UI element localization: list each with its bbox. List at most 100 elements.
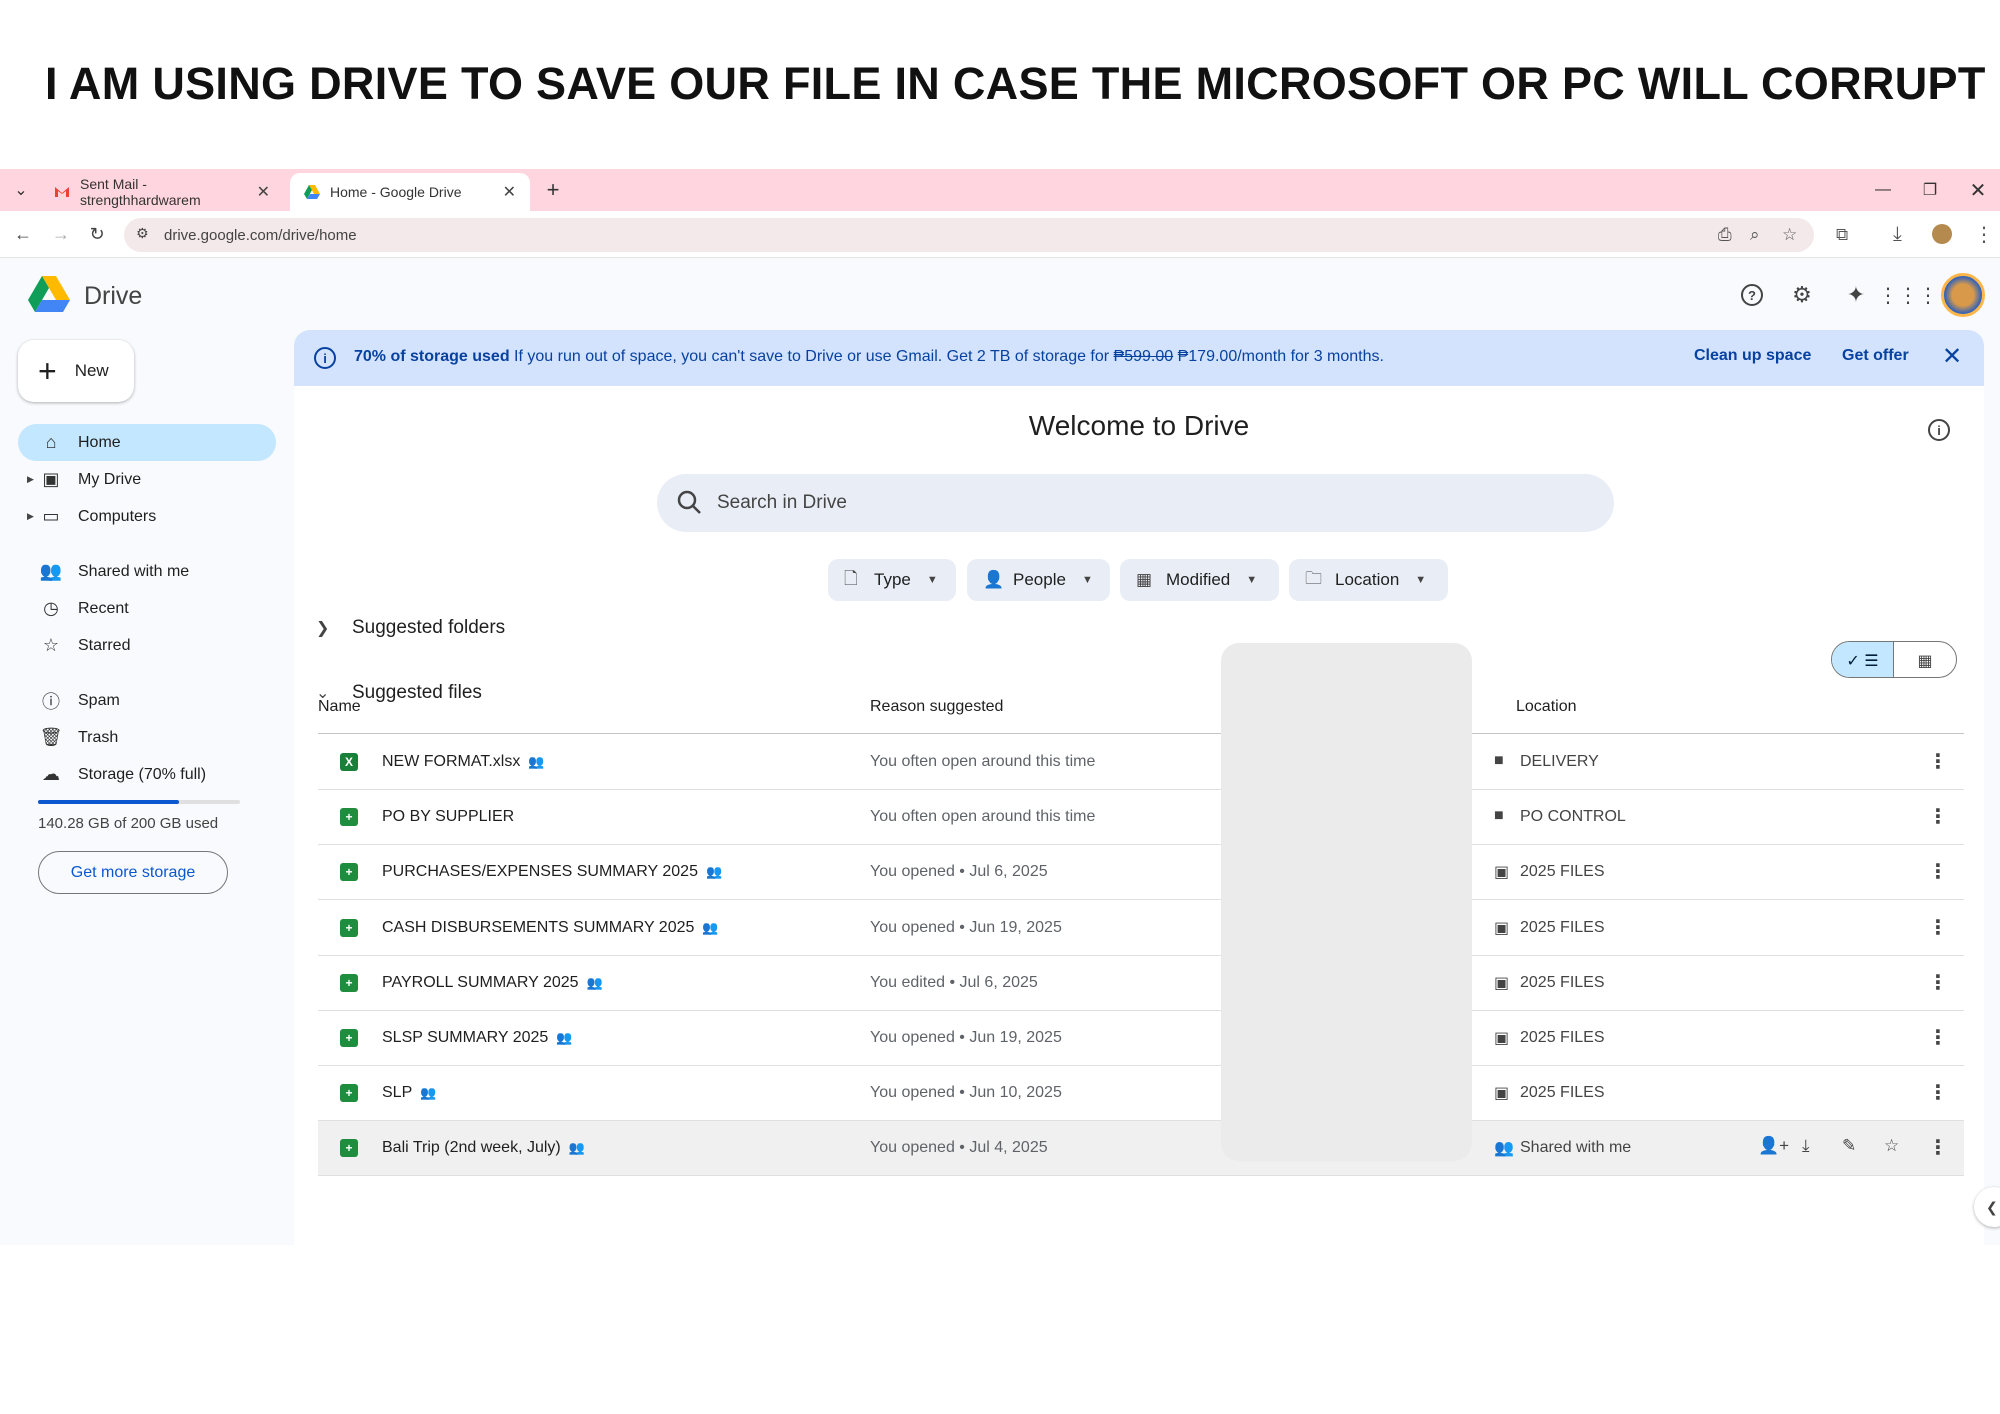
table-row[interactable]: + SLP 👥 You opened • Jun 10, 2025 ▣ 2025 FILE… xyxy=(318,1066,1964,1122)
new-tab-icon[interactable]: + xyxy=(538,169,568,211)
table-row[interactable]: X NEW FORMAT.xlsx 👥 You often open around t… xyxy=(318,735,1964,790)
bookmark-star-icon[interactable]: ☆ xyxy=(1782,225,1797,245)
location-text[interactable]: PO CONTROL xyxy=(1520,808,1626,826)
table-row[interactable]: + SLSP SUMMARY 2025 👥 You opened • Jun 19, … xyxy=(318,1011,1964,1066)
drive-logo[interactable]: Drive xyxy=(28,275,142,318)
more-actions-icon[interactable]: ⋮ xyxy=(1928,749,1948,774)
more-actions-icon[interactable]: ⋮ xyxy=(1928,1080,1948,1105)
filter-chip-type[interactable]: 🗋 Type ▼ xyxy=(828,559,956,601)
minimize-icon[interactable]: — xyxy=(1868,169,1898,211)
menu-dots-icon[interactable]: ⋮ xyxy=(1974,222,1994,247)
url-field[interactable]: ⚙ drive.google.com/drive/home ⎙ ⌕ ☆ xyxy=(124,218,1814,252)
file-name-text: NEW FORMAT.xlsx xyxy=(382,753,521,770)
more-actions-icon[interactable]: ⋮ xyxy=(1928,970,1948,995)
install-app-icon[interactable]: ⎙ xyxy=(1718,225,1732,245)
location-icon: ▣ xyxy=(1494,864,1510,882)
location-text[interactable]: 2025 FILES xyxy=(1520,919,1605,937)
chip-label: Type xyxy=(874,570,911,589)
close-tab-icon[interactable]: ✕ xyxy=(247,182,270,202)
share-icon[interactable]: 👤+ xyxy=(1758,1136,1789,1156)
chip-label: People xyxy=(1013,570,1066,589)
sidebar-item-trash[interactable]: 🗑 Trash xyxy=(18,719,276,756)
table-row[interactable]: + PAYROLL SUMMARY 2025 👥 You edited • Jul 6… xyxy=(318,956,1964,1011)
location-text[interactable]: 2025 FILES xyxy=(1520,1029,1605,1047)
restore-icon[interactable]: ❐ xyxy=(1915,169,1945,211)
sidebar-item-starred[interactable]: ☆ Starred xyxy=(18,627,276,664)
download-icon[interactable]: ⤓ xyxy=(1802,1136,1810,1156)
table-row[interactable]: + PO BY SUPPLIER You often open around thi… xyxy=(318,790,1964,846)
tab-gmail[interactable]: Sent Mail - strengthhardwarem ✕ xyxy=(40,173,284,211)
tab-drive[interactable]: Home - Google Drive ✕ xyxy=(290,173,530,211)
star-icon[interactable]: ☆ xyxy=(1884,1136,1899,1156)
download-icon[interactable]: ⤓ xyxy=(1893,223,1902,246)
close-window-icon[interactable]: ✕ xyxy=(1963,169,1993,211)
grid-view-button[interactable]: ▦ xyxy=(1894,642,1956,677)
sidebar-item-my-drive[interactable]: ▶ ▣ My Drive xyxy=(18,461,276,498)
filter-chip-modified[interactable]: ▦ Modified ▼ xyxy=(1120,559,1279,601)
more-actions-icon[interactable]: ⋮ xyxy=(1928,804,1948,829)
file-name[interactable]: NEW FORMAT.xlsx 👥 xyxy=(382,753,545,771)
file-name[interactable]: PO BY SUPPLIER xyxy=(382,808,514,826)
list-view-button[interactable]: ✓ ☰ xyxy=(1832,642,1895,677)
more-actions-icon[interactable]: ⋮ xyxy=(1928,859,1948,884)
clean-up-space-button[interactable]: Clean up space xyxy=(1694,347,1811,365)
extensions-icon[interactable]: ⧉ xyxy=(1836,225,1848,245)
file-name[interactable]: SLSP SUMMARY 2025 👥 xyxy=(382,1029,573,1047)
expand-caret-icon[interactable]: ▶ xyxy=(27,474,34,485)
filter-chip-people[interactable]: 👤 People ▼ xyxy=(967,559,1110,601)
settings-gear-icon[interactable]: ⚙ xyxy=(1787,280,1817,310)
file-name[interactable]: PAYROLL SUMMARY 2025 👥 xyxy=(382,974,603,992)
location-text[interactable]: 2025 FILES xyxy=(1520,1084,1605,1102)
table-row[interactable]: + Bali Trip (2nd week, July) 👥 You opened •… xyxy=(318,1121,1964,1177)
account-avatar[interactable] xyxy=(1941,273,1985,317)
close-banner-icon[interactable]: ✕ xyxy=(1942,342,1962,371)
expand-caret-icon[interactable]: ▶ xyxy=(27,511,34,522)
sidebar-item-label: Shared with me xyxy=(78,562,190,580)
sidebar-item-spam[interactable]: ⓘ Spam xyxy=(18,682,276,719)
apps-grid-icon[interactable]: ⋮⋮⋮ xyxy=(1878,280,1938,310)
forward-icon[interactable]: → xyxy=(44,211,78,258)
column-name[interactable]: Name xyxy=(318,698,361,716)
location-text[interactable]: DELIVERY xyxy=(1520,753,1599,771)
sidebar-item-storage[interactable]: ☁ Storage (70% full) xyxy=(18,756,276,793)
file-name[interactable]: SLP 👥 xyxy=(382,1084,436,1102)
help-icon[interactable]: ? xyxy=(1737,280,1767,310)
file-name[interactable]: Bali Trip (2nd week, July) 👥 xyxy=(382,1139,585,1157)
zoom-icon[interactable]: ⌕ xyxy=(1750,225,1760,245)
search-input[interactable]: Search in Drive xyxy=(657,474,1614,532)
more-actions-icon[interactable]: ⋮ xyxy=(1928,915,1948,940)
get-offer-button[interactable]: Get offer xyxy=(1842,347,1909,365)
shared-people-icon: 👥 xyxy=(702,919,719,935)
location-text[interactable]: Shared with me xyxy=(1520,1139,1631,1157)
back-icon[interactable]: ← xyxy=(6,211,40,258)
gemini-sparkle-icon[interactable]: ✦ xyxy=(1841,280,1871,310)
suggested-folders-toggle[interactable]: ❯ Suggested folders xyxy=(316,617,505,639)
rename-icon[interactable]: ✎ xyxy=(1842,1136,1856,1156)
sidebar-item-home[interactable]: ⌂ Home xyxy=(18,424,276,461)
close-tab-icon[interactable]: ✕ xyxy=(493,182,516,202)
get-more-storage-button[interactable]: Get more storage xyxy=(38,851,228,894)
chip-label: Modified xyxy=(1166,570,1231,589)
sidebar-item-computers[interactable]: ▶ ▭ Computers xyxy=(18,498,276,535)
location-text[interactable]: 2025 FILES xyxy=(1520,974,1605,992)
profile-icon[interactable] xyxy=(1932,224,1952,244)
computers-icon: ▭ xyxy=(42,506,60,526)
file-name[interactable]: PURCHASES/EXPENSES SUMMARY 2025 👥 xyxy=(382,863,722,881)
location-icon: ▣ xyxy=(1494,1030,1510,1047)
more-actions-icon[interactable]: ⋮ xyxy=(1928,1135,1948,1160)
details-info-icon[interactable]: i xyxy=(1928,419,1950,441)
table-row[interactable]: + PURCHASES/EXPENSES SUMMARY 2025 👥 You ope… xyxy=(318,845,1964,901)
table-row[interactable]: + CASH DISBURSEMENTS SUMMARY 2025 👥 You ope… xyxy=(318,901,1964,956)
location-icon: ▣ xyxy=(1494,919,1510,937)
site-info-icon[interactable]: ⚙ xyxy=(136,225,149,242)
file-name[interactable]: CASH DISBURSEMENTS SUMMARY 2025 👥 xyxy=(382,919,719,937)
sidebar-item-shared-with-me[interactable]: 👥 Shared with me xyxy=(18,553,276,590)
tab-label: Home - Google Drive xyxy=(330,184,462,200)
new-button[interactable]: + New xyxy=(18,340,134,402)
more-actions-icon[interactable]: ⋮ xyxy=(1928,1025,1948,1050)
tab-search-dropdown-icon[interactable]: ⌄ xyxy=(6,169,36,211)
reload-icon[interactable]: ↻ xyxy=(80,211,114,258)
filter-chip-location[interactable]: 🗀 Location ▼ xyxy=(1289,559,1448,601)
sidebar-item-recent[interactable]: ◷ Recent xyxy=(18,590,276,627)
location-text[interactable]: 2025 FILES xyxy=(1520,863,1605,881)
